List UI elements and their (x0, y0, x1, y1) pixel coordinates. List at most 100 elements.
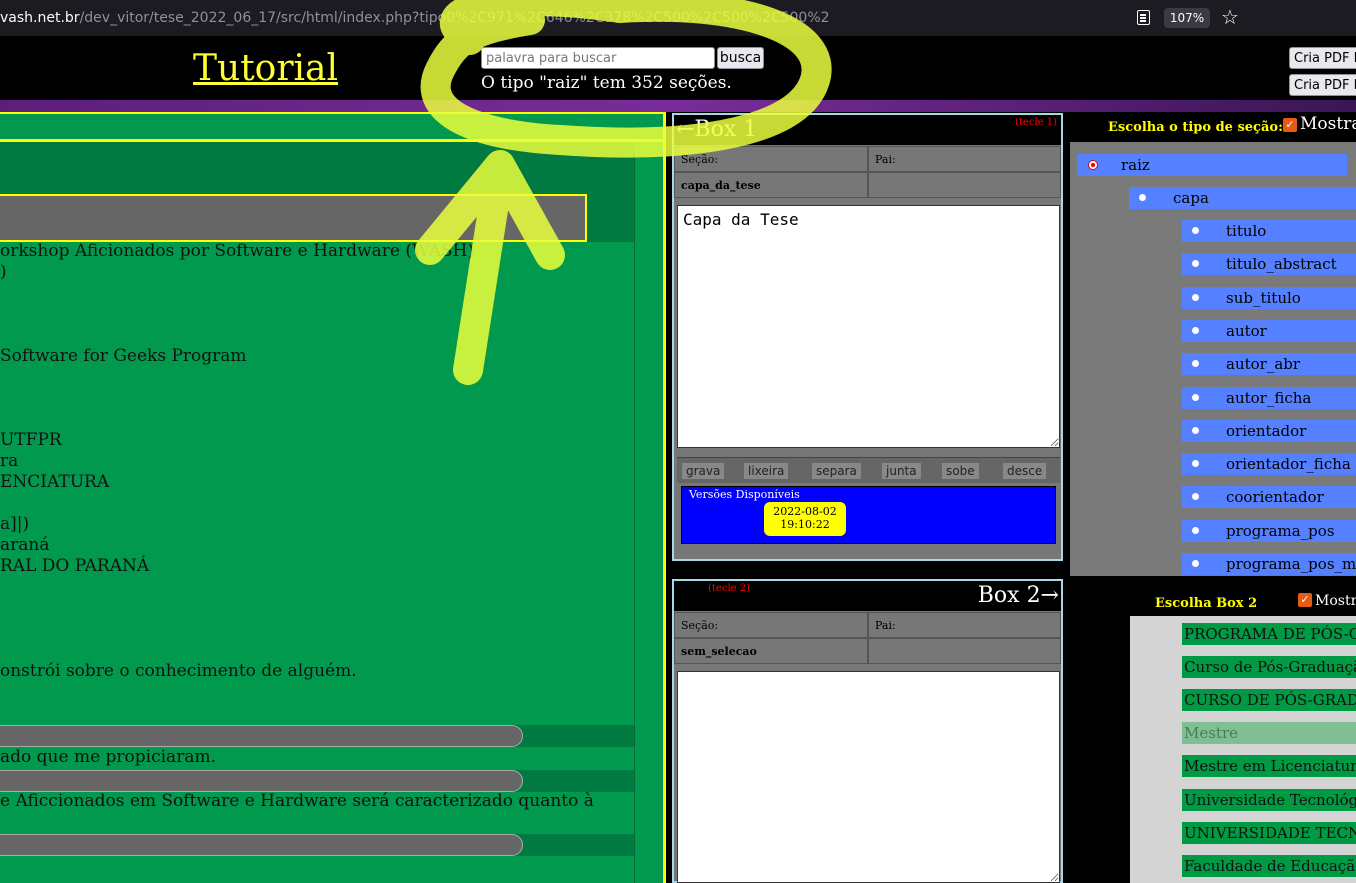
box2-choice-item[interactable]: PROGRAMA DE PÓS-GR (1182, 623, 1356, 645)
box2-content-editor[interactable] (677, 671, 1060, 883)
tree-item-label: autor (1226, 321, 1267, 340)
box2-choice-item[interactable]: Faculdade de Educação (1182, 854, 1356, 877)
preview-line: RAL DO PARANÁ (0, 556, 150, 576)
box2-shortcut-hint: (tecle 2) (708, 583, 750, 594)
move-up-button[interactable]: sobe (942, 463, 979, 479)
box2-choice-item[interactable]: CURSO DE PÓS-GRADU (1182, 689, 1356, 712)
tree-item-coorientador[interactable]: coorientador (1182, 486, 1356, 509)
version-time: 19:10:22 (780, 518, 830, 531)
zoom-level[interactable]: 107% (1164, 8, 1210, 28)
preview-title-box (0, 194, 587, 242)
bullet-icon (1192, 426, 1199, 434)
trash-button[interactable]: lixeira (744, 463, 789, 479)
bullet-icon (1192, 293, 1199, 301)
box1-label-row: Seção: Pai: (674, 146, 1061, 172)
tree-item-label: capa (1173, 189, 1209, 207)
reader-view-icon[interactable] (1137, 10, 1150, 25)
version-date: 2022-08-02 (773, 505, 837, 518)
preview-divider-row (0, 834, 634, 856)
show-label: Mostra (1300, 114, 1356, 134)
box2-choice-item[interactable]: Mestre em Licenciatura (1182, 755, 1356, 778)
page-header: Tutorial busca O tipo "raiz" tem 352 seç… (0, 36, 1356, 100)
show-checkbox-2[interactable]: ✓ (1298, 593, 1312, 607)
url-host: vash.net.br (0, 10, 80, 26)
document-preview-panel[interactable]: orkshop Aficionados por Software e Hardw… (0, 112, 666, 883)
tree-item-autor[interactable]: autor (1182, 319, 1356, 342)
editor-box-2: (tecle 2) Box 2→ Seção: Pai: sem_selecao (672, 579, 1063, 883)
tree-item-label: coorientador (1226, 488, 1324, 507)
preview-scrollbar[interactable] (634, 142, 663, 883)
box1-value-row: capa_da_tese (674, 172, 1061, 198)
tree-item-label: raiz (1121, 156, 1150, 174)
section-type-header: Escolha o tipo de seção: ✓ Mostra (1070, 112, 1356, 142)
save-button[interactable]: grava (682, 463, 725, 479)
box1-content-editor[interactable] (677, 205, 1060, 448)
tree-item-titulo[interactable]: titulo (1182, 220, 1356, 242)
decorative-band (0, 100, 1356, 112)
box1-title: ←Box 1 (676, 117, 758, 142)
section-type-panel: Escolha o tipo de seção: ✓ Mostra raiz c… (1070, 112, 1356, 576)
box1-toolbar: grava lixeira separa junta sobe desce (677, 457, 1060, 483)
search-input[interactable] (481, 47, 715, 69)
split-button[interactable]: separa (812, 463, 861, 479)
box2-choice-item[interactable]: Curso de Pós-Graduaçã (1182, 656, 1356, 679)
url-bar[interactable]: vash.net.br/dev_vitor/tese_2022_06_17/sr… (0, 8, 1132, 28)
selected-radio-icon (1088, 160, 1098, 170)
show-checkbox[interactable]: ✓ (1283, 118, 1297, 132)
tree-item-label: titulo (1226, 222, 1267, 240)
tree-item-orientador-ficha[interactable]: orientador_ficha (1182, 453, 1356, 476)
preview-divider-pill (0, 834, 523, 856)
tree-item-label: autor_abr (1226, 355, 1301, 374)
tree-item-orientador[interactable]: orientador (1182, 419, 1356, 442)
browser-toolbar: vash.net.br/dev_vitor/tese_2022_06_17/sr… (0, 0, 1356, 36)
create-pdf-button-1[interactable]: Cria PDF D (1289, 47, 1356, 69)
site-logo-link[interactable]: Tutorial (193, 48, 338, 89)
section-type-label: Escolha o tipo de seção: (1108, 120, 1283, 135)
tree-item-autor-ficha[interactable]: autor_ficha (1182, 386, 1356, 409)
box2-choice-item[interactable]: Mestre (1182, 722, 1356, 745)
box2-secao-value: sem_selecao (674, 638, 868, 664)
preview-line: ) (0, 262, 7, 282)
box2-choice-item[interactable]: UNIVERSIDADE TECNO (1182, 821, 1356, 844)
tree-item-programa-pos[interactable]: programa_pos (1182, 519, 1356, 542)
bullet-icon (1192, 393, 1199, 401)
box2-value-row: sem_selecao (674, 638, 1061, 664)
url-query: 0%2C971%2C646%2C378%2C500%2C500%2C500%2 (446, 10, 830, 26)
box2-titlebar: (tecle 2) Box 2→ (674, 581, 1061, 611)
create-pdf-button-2[interactable]: Cria PDF F (1289, 74, 1356, 96)
preview-line: onstrói sobre o conhecimento de alguém. (0, 661, 357, 681)
box1-pai-value (868, 172, 1061, 198)
search-button[interactable]: busca (717, 47, 764, 69)
bullet-icon (1192, 360, 1199, 368)
bullet-icon (1192, 526, 1199, 534)
tree-item-label: titulo_abstract (1226, 255, 1337, 274)
preview-divider-row (0, 770, 634, 792)
box1-secao-value: capa_da_tese (674, 172, 868, 198)
bookmark-star-icon[interactable]: ☆ (1218, 5, 1242, 29)
tree-item-capa[interactable]: capa (1129, 187, 1356, 209)
preview-divider-row (0, 725, 634, 747)
tree-item-raiz[interactable]: raiz (1077, 154, 1347, 176)
tree-item-label: sub_titulo (1226, 288, 1301, 307)
join-button[interactable]: junta (882, 463, 921, 479)
tree-item-autor-abr[interactable]: autor_abr (1182, 353, 1356, 376)
bullet-icon (1192, 560, 1199, 567)
version-chip[interactable]: 2022-08-02 19:10:22 (764, 502, 846, 536)
tree-item-label: orientador (1226, 421, 1307, 440)
box2-choice-header: Escolha Box 2 ✓ Mostr (1130, 588, 1356, 616)
preview-line: araná (0, 535, 50, 555)
box2-choice-item[interactable]: Universidade Tecnológic (1182, 788, 1356, 811)
move-down-button[interactable]: desce (1003, 463, 1047, 479)
box2-secao-label: Seção: (674, 612, 868, 638)
preview-line: a]|) (0, 514, 30, 534)
tree-item-label: autor_ficha (1226, 388, 1312, 407)
tree-item-sub-titulo[interactable]: sub_titulo (1182, 286, 1356, 309)
tree-item-programa-pos-ma[interactable]: programa_pos_ma (1182, 553, 1356, 575)
box2-pai-label: Pai: (868, 612, 1061, 638)
versions-panel: Versões Disponíveis 2022-08-02 19:10:22 (681, 486, 1056, 544)
preview-line: ENCIATURA (0, 472, 110, 492)
tree-item-titulo-abstract[interactable]: titulo_abstract (1182, 253, 1356, 276)
box1-titlebar: ←Box 1 (tecle 1) (674, 115, 1061, 145)
preview-divider-pill (0, 725, 523, 747)
preview-line: Software for Geeks Program (0, 346, 247, 366)
